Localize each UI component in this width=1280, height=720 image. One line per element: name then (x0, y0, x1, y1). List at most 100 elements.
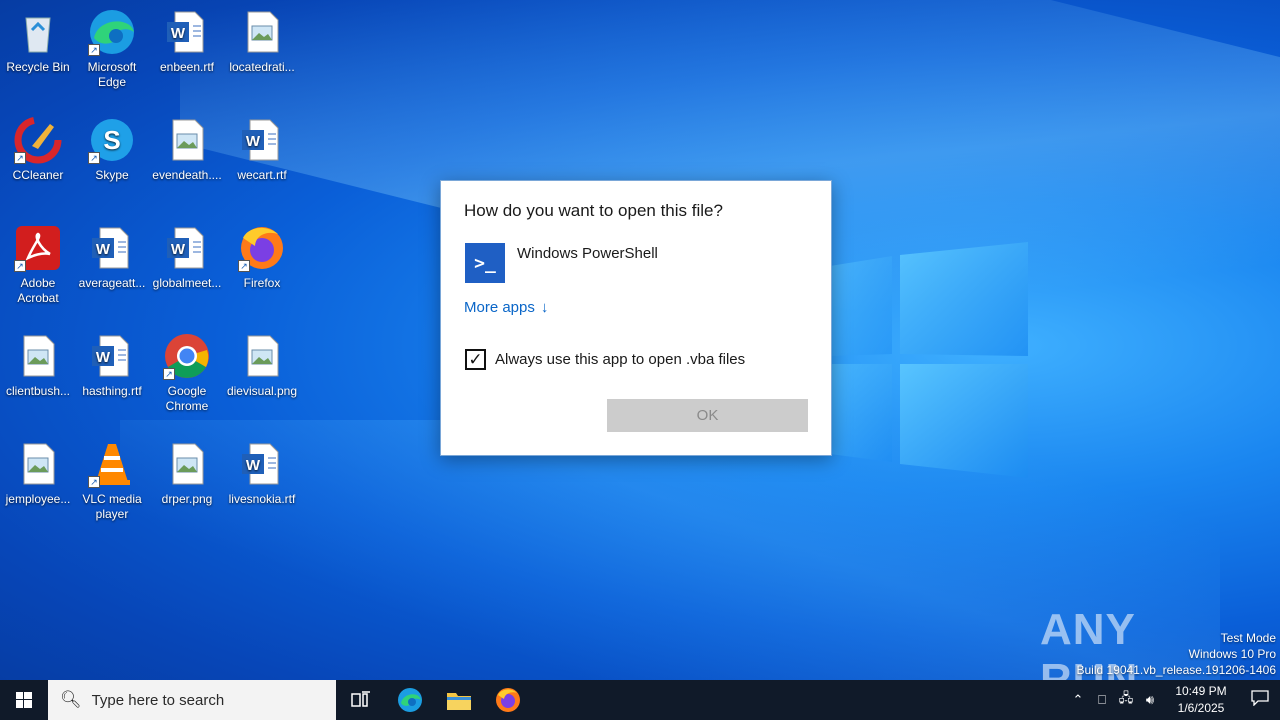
desktop-icon[interactable]: Wlivesnokia.rtf (224, 434, 300, 507)
system-info: Test Mode Windows 10 Pro Build 19041.vb_… (1077, 630, 1277, 678)
os-edition-label: Windows 10 Pro (1188, 647, 1276, 661)
svg-text:W: W (246, 457, 261, 474)
show-hidden-icons-chevron-icon[interactable]: ⌃ (1066, 692, 1090, 708)
word-document-icon: W (88, 332, 136, 380)
desktop-icon-label: locatedrati... (229, 60, 295, 74)
ok-button[interactable]: OK (607, 399, 808, 432)
more-apps-label: More apps (464, 299, 535, 316)
desktop-icon[interactable]: drper.png (149, 434, 225, 507)
image-file-icon (163, 116, 211, 164)
word-document-icon: W (238, 116, 286, 164)
shortcut-arrow-icon: ↗ (14, 260, 26, 272)
ccleaner-icon: ↗ (14, 116, 62, 164)
desktop-icon[interactable]: ↗ Adobe Acrobat (0, 218, 76, 306)
shortcut-arrow-icon: ↗ (14, 152, 26, 164)
desktop-icon-label: wecart.rtf (237, 168, 287, 182)
desktop-icon[interactable]: ↗ Microsoft Edge (74, 2, 150, 90)
svg-text:W: W (96, 241, 111, 258)
desktop-icon-label: Microsoft Edge (87, 60, 137, 89)
desktop-icon-label: dievisual.png (226, 384, 298, 398)
system-tray: ⌃ ⎕ 🖧︎ 🔊︎ 10:49 PM 1/6/2025 (1066, 680, 1280, 720)
acrobat-icon: ↗ (14, 224, 62, 272)
desktop-icon[interactable]: dievisual.png (224, 326, 300, 399)
desktop-icon-label: hasthing.rtf (82, 384, 142, 398)
desktop-icon-label: clientbush... (5, 384, 71, 398)
desktop-icon[interactable]: ↗ Google Chrome (149, 326, 225, 414)
desktop-icon[interactable]: Whasthing.rtf (74, 326, 150, 399)
volume-icon[interactable]: 🔊︎ (1138, 692, 1162, 708)
app-option-powershell[interactable]: >_ Windows PowerShell (465, 243, 658, 283)
edge-icon (397, 688, 422, 712)
more-apps-link[interactable]: More apps ↓ (464, 299, 548, 316)
desktop-icon[interactable]: evendeath.... (149, 110, 225, 183)
desktop-icon-label: Firefox (243, 276, 281, 290)
desktop-icon-label: Adobe Acrobat (17, 276, 59, 305)
taskbar-firefox-button[interactable] (483, 680, 532, 720)
svg-text:W: W (171, 241, 186, 258)
action-center-button[interactable] (1240, 689, 1280, 711)
desktop-icon-label: livesnokia.rtf (228, 492, 296, 506)
desktop-icon[interactable]: Wglobalmeet... (149, 218, 225, 291)
open-with-dialog: How do you want to open this file? >_ Wi… (440, 180, 832, 456)
image-file-icon (163, 440, 211, 488)
word-document-icon: W (163, 224, 211, 272)
desktop-icon[interactable]: ↗ CCleaner (0, 110, 76, 183)
shortcut-arrow-icon: ↗ (238, 260, 250, 272)
search-icon: 🔍︎ (60, 690, 82, 709)
desktop-icon-label: evendeath.... (152, 168, 222, 182)
task-view-button[interactable] (336, 680, 385, 720)
desktop-icon[interactable]: jemployee... (0, 434, 76, 507)
search-placeholder: Type here to search (91, 691, 225, 709)
desktop-icon[interactable]: ↗ Firefox (224, 218, 300, 291)
network-icon[interactable]: 🖧︎ (1114, 689, 1138, 711)
clock-time: 10:49 PM (1175, 684, 1227, 698)
clock-date: 1/6/2025 (1177, 701, 1225, 715)
word-document-icon: W (163, 8, 211, 56)
firefox-icon (495, 688, 520, 712)
desktop-icon[interactable]: locatedrati... (224, 2, 300, 75)
taskbar: 🔍︎ Type here to search ⌃ ⎕ � (0, 680, 1280, 720)
chrome-icon: ↗ (163, 332, 211, 380)
folder-icon (446, 693, 471, 710)
svg-text:W: W (246, 133, 261, 150)
desktop-icon[interactable]: Waverageatt... (74, 218, 150, 291)
start-button[interactable] (0, 680, 48, 720)
image-file-icon (14, 332, 62, 380)
desktop-icon-label: Google Chrome (165, 384, 209, 413)
desktop-icon-label: enbeen.rtf (159, 60, 215, 74)
desktop-icon[interactable]: Wwecart.rtf (224, 110, 300, 183)
windows-logo-wallpaper (830, 242, 1028, 478)
desktop-icon-label: jemployee... (5, 492, 71, 506)
shortcut-arrow-icon: ↗ (163, 368, 175, 380)
shortcut-arrow-icon: ↗ (88, 152, 100, 164)
clock[interactable]: 10:49 PM 1/6/2025 (1162, 683, 1240, 717)
desktop-icon[interactable]: ↗ VLC media player (74, 434, 150, 522)
svg-text:W: W (96, 349, 111, 366)
app-name: Windows PowerShell (517, 245, 658, 262)
taskbar-file-explorer-button[interactable] (434, 680, 483, 720)
checkbox-label: Always use this app to open .vba files (495, 351, 746, 368)
recycle-bin-icon (14, 8, 62, 56)
taskbar-edge-button[interactable] (385, 680, 434, 720)
dialog-title: How do you want to open this file? (464, 201, 723, 220)
task-view-icon (350, 691, 370, 707)
svg-text:S: S (103, 125, 120, 155)
device-icon[interactable]: ⎕ (1090, 692, 1114, 708)
always-use-checkbox-row[interactable]: ✓ Always use this app to open .vba files (465, 349, 745, 370)
word-document-icon: W (238, 440, 286, 488)
desktop-icon[interactable]: clientbush... (0, 326, 76, 399)
desktop-icon-label: averageatt... (78, 276, 146, 290)
desktop-icon-label: VLC media player (82, 492, 142, 521)
windows-start-icon (16, 692, 32, 708)
word-document-icon: W (88, 224, 136, 272)
desktop-icon-label: drper.png (161, 492, 213, 506)
taskbar-search-box[interactable]: 🔍︎ Type here to search (48, 680, 336, 720)
firefox-icon: ↗ (238, 224, 286, 272)
desktop-icon[interactable]: Wenbeen.rtf (149, 2, 225, 75)
shortcut-arrow-icon: ↗ (88, 44, 100, 56)
desktop-icon[interactable]: S ↗ Skype (74, 110, 150, 183)
image-file-icon (238, 8, 286, 56)
desktop-icon[interactable]: Recycle Bin (0, 2, 76, 75)
always-use-checkbox[interactable]: ✓ (465, 349, 486, 370)
test-mode-label: Test Mode (1220, 631, 1276, 645)
